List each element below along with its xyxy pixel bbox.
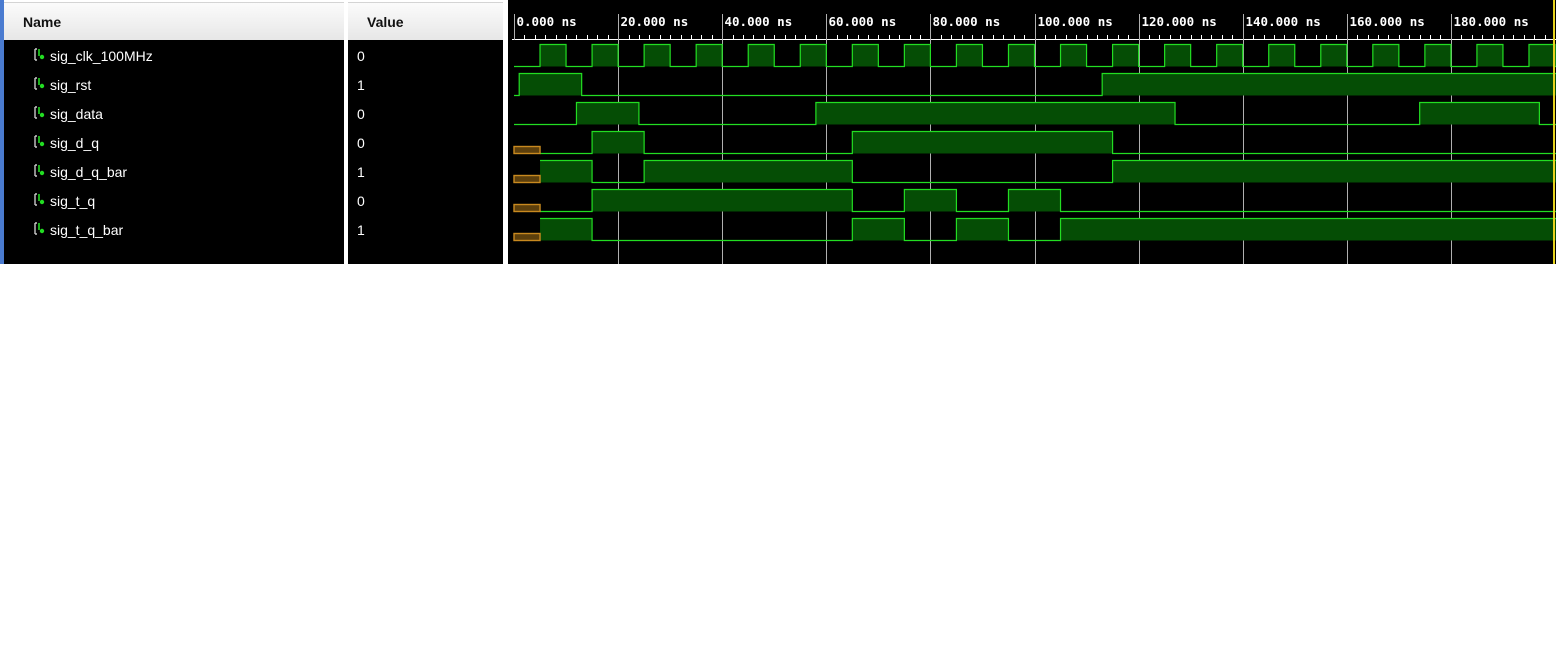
waveform-high-fill — [1216, 44, 1243, 67]
signal-name: sig_rst — [50, 77, 92, 93]
time-tick-label: 80.000 ns — [933, 14, 1001, 29]
waveform-high-fill — [1268, 44, 1295, 67]
waveform-high-fill — [540, 218, 593, 241]
signal-name-pane: Name sig_clk_100MHz sig_rst sig_data sig_d_… — [4, 0, 344, 264]
signal-row[interactable]: sig_t_q — [4, 186, 344, 215]
signal-value: 0 — [357, 48, 365, 64]
waveform-high-fill — [1372, 44, 1399, 67]
waveform-high-fill — [1008, 44, 1035, 67]
waveform-high-fill — [1112, 44, 1139, 67]
value-row[interactable]: 0 — [348, 186, 503, 215]
waveform-high-fill — [815, 102, 1176, 125]
logic-signal-icon — [34, 164, 45, 177]
signal-value-pane: Value 0 1 0 0 1 0 1 — [348, 0, 503, 264]
logic-signal-icon — [34, 106, 45, 119]
value-row[interactable]: 1 — [348, 215, 503, 244]
waveform-high-fill — [1060, 218, 1556, 241]
waveform-high-fill — [852, 44, 879, 67]
value-column-header[interactable]: Value — [348, 2, 503, 41]
logic-signal-icon — [34, 193, 45, 206]
waveform-high-fill — [1008, 189, 1061, 212]
time-tick-label: 20.000 ns — [621, 14, 689, 29]
signal-row[interactable]: sig_d_q — [4, 128, 344, 157]
waveform-high-fill — [852, 218, 905, 241]
waveform-high-fill — [540, 160, 593, 183]
waveform-trace — [514, 43, 1556, 68]
value-row[interactable]: 1 — [348, 70, 503, 99]
time-tick-label: 60.000 ns — [829, 14, 897, 29]
value-row[interactable]: 0 — [348, 128, 503, 157]
waveform-high-fill — [1528, 44, 1555, 67]
signal-name: sig_t_q_bar — [50, 222, 124, 238]
waveform-high-fill — [852, 131, 1113, 154]
waveform-high-fill — [576, 102, 639, 125]
waveform-high-fill — [1112, 160, 1556, 183]
time-tick-label: 140.000 ns — [1246, 14, 1321, 29]
waveform-high-fill — [644, 44, 671, 67]
signal-name: sig_d_q_bar — [50, 164, 128, 180]
signal-name: sig_clk_100MHz — [50, 48, 153, 64]
signal-name: sig_data — [50, 106, 103, 122]
signal-value: 0 — [357, 135, 365, 151]
time-tick-label: 100.000 ns — [1038, 14, 1113, 29]
waveform-pane[interactable]: 0.000 ns 20.000 ns 40.000 ns 60.000 ns 80.00… — [508, 0, 1556, 264]
value-row[interactable]: 0 — [348, 99, 503, 128]
waveform-high-fill — [956, 44, 983, 67]
time-tick-label: 160.000 ns — [1350, 14, 1425, 29]
signal-value: 1 — [357, 164, 365, 180]
signal-value: 0 — [357, 106, 365, 122]
waveform-high-fill — [696, 44, 723, 67]
waveform-high-fill — [644, 160, 853, 183]
waveform-canvas[interactable]: 0.000 ns 20.000 ns 40.000 ns 60.000 ns 80.00… — [508, 0, 1556, 264]
value-row[interactable]: 0 — [348, 41, 503, 70]
value-column-label: Value — [367, 14, 404, 30]
logic-signal-icon — [34, 222, 45, 235]
name-column-label: Name — [23, 14, 62, 30]
waveform-high-fill — [540, 44, 567, 67]
waveform-high-fill — [1419, 102, 1540, 125]
signal-value: 1 — [357, 77, 365, 93]
waveform-high-fill — [1320, 44, 1347, 67]
signal-row[interactable]: sig_data — [4, 99, 344, 128]
value-row[interactable]: 1 — [348, 157, 503, 186]
signal-value: 0 — [357, 193, 365, 209]
logic-signal-icon — [34, 77, 45, 90]
waveform-high-fill — [592, 44, 619, 67]
waveform-high-fill — [1060, 44, 1087, 67]
waveform-viewer: Name sig_clk_100MHz sig_rst sig_data sig_d_… — [0, 0, 1556, 264]
waveform-high-fill — [519, 73, 582, 96]
waveform-high-fill — [800, 44, 827, 67]
waveform-high-fill — [1102, 73, 1556, 96]
signal-row[interactable]: sig_clk_100MHz — [4, 41, 344, 70]
logic-signal-icon — [34, 48, 45, 61]
signal-name-list: sig_clk_100MHz sig_rst sig_data sig_d_q sig_… — [4, 40, 344, 264]
logic-signal-icon — [34, 135, 45, 148]
waveform-high-fill — [956, 218, 1009, 241]
name-column-header[interactable]: Name — [4, 2, 344, 41]
signal-row[interactable]: sig_d_q_bar — [4, 157, 344, 186]
waveform-unknown-region — [513, 232, 541, 242]
signal-row[interactable]: sig_rst — [4, 70, 344, 99]
time-tick-label: 0.000 ns — [517, 14, 577, 29]
time-tick-label: 40.000 ns — [725, 14, 793, 29]
waveform-high-fill — [1164, 44, 1191, 67]
waveform-high-fill — [592, 131, 645, 154]
signal-value-list: 0 1 0 0 1 0 1 — [348, 40, 503, 264]
signal-name: sig_t_q — [50, 193, 96, 209]
waveform-unknown-region — [513, 174, 541, 184]
waveform-high-fill — [1476, 44, 1503, 67]
waveform-unknown-region — [513, 145, 541, 155]
waveform-high-fill — [904, 44, 931, 67]
waveform-unknown-region — [513, 203, 541, 213]
waveform-high-fill — [1424, 44, 1451, 67]
waveform-high-fill — [592, 189, 853, 212]
signal-row[interactable]: sig_t_q_bar — [4, 215, 344, 244]
signal-value: 1 — [357, 222, 365, 238]
time-tick-label: 180.000 ns — [1454, 14, 1529, 29]
time-tick-label: 120.000 ns — [1142, 14, 1217, 29]
signal-name: sig_d_q — [50, 135, 100, 151]
waveform-high-fill — [904, 189, 957, 212]
waveform-high-fill — [748, 44, 775, 67]
